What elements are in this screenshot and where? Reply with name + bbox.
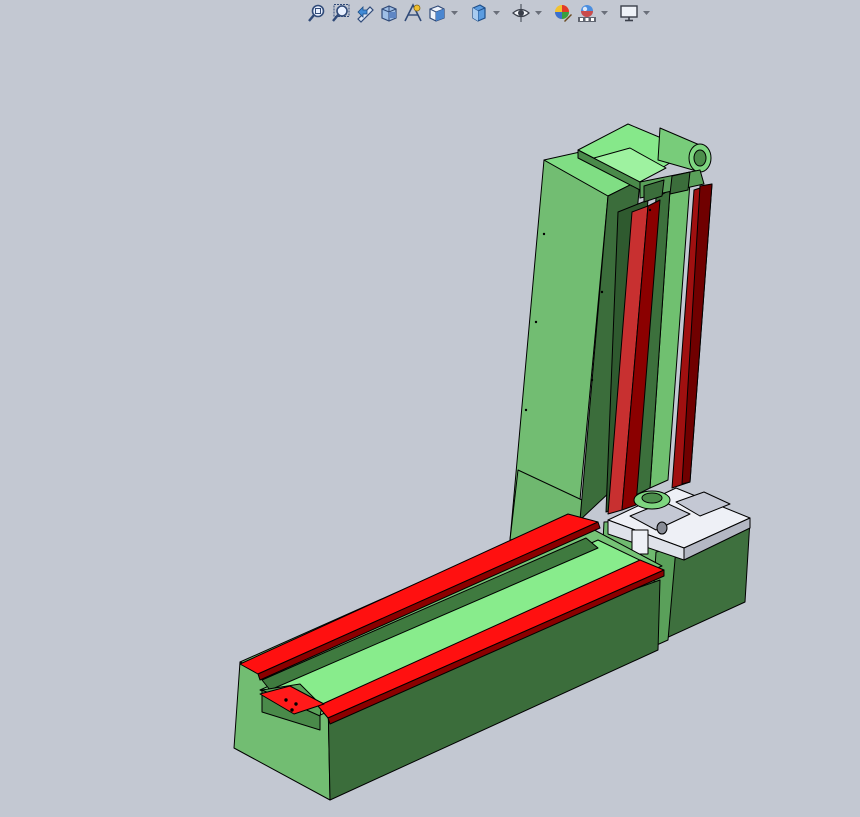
graphics-viewport[interactable] [0,0,860,817]
cnc-machine-base-model[interactable] [0,0,860,817]
vertical-column[interactable] [509,151,691,541]
